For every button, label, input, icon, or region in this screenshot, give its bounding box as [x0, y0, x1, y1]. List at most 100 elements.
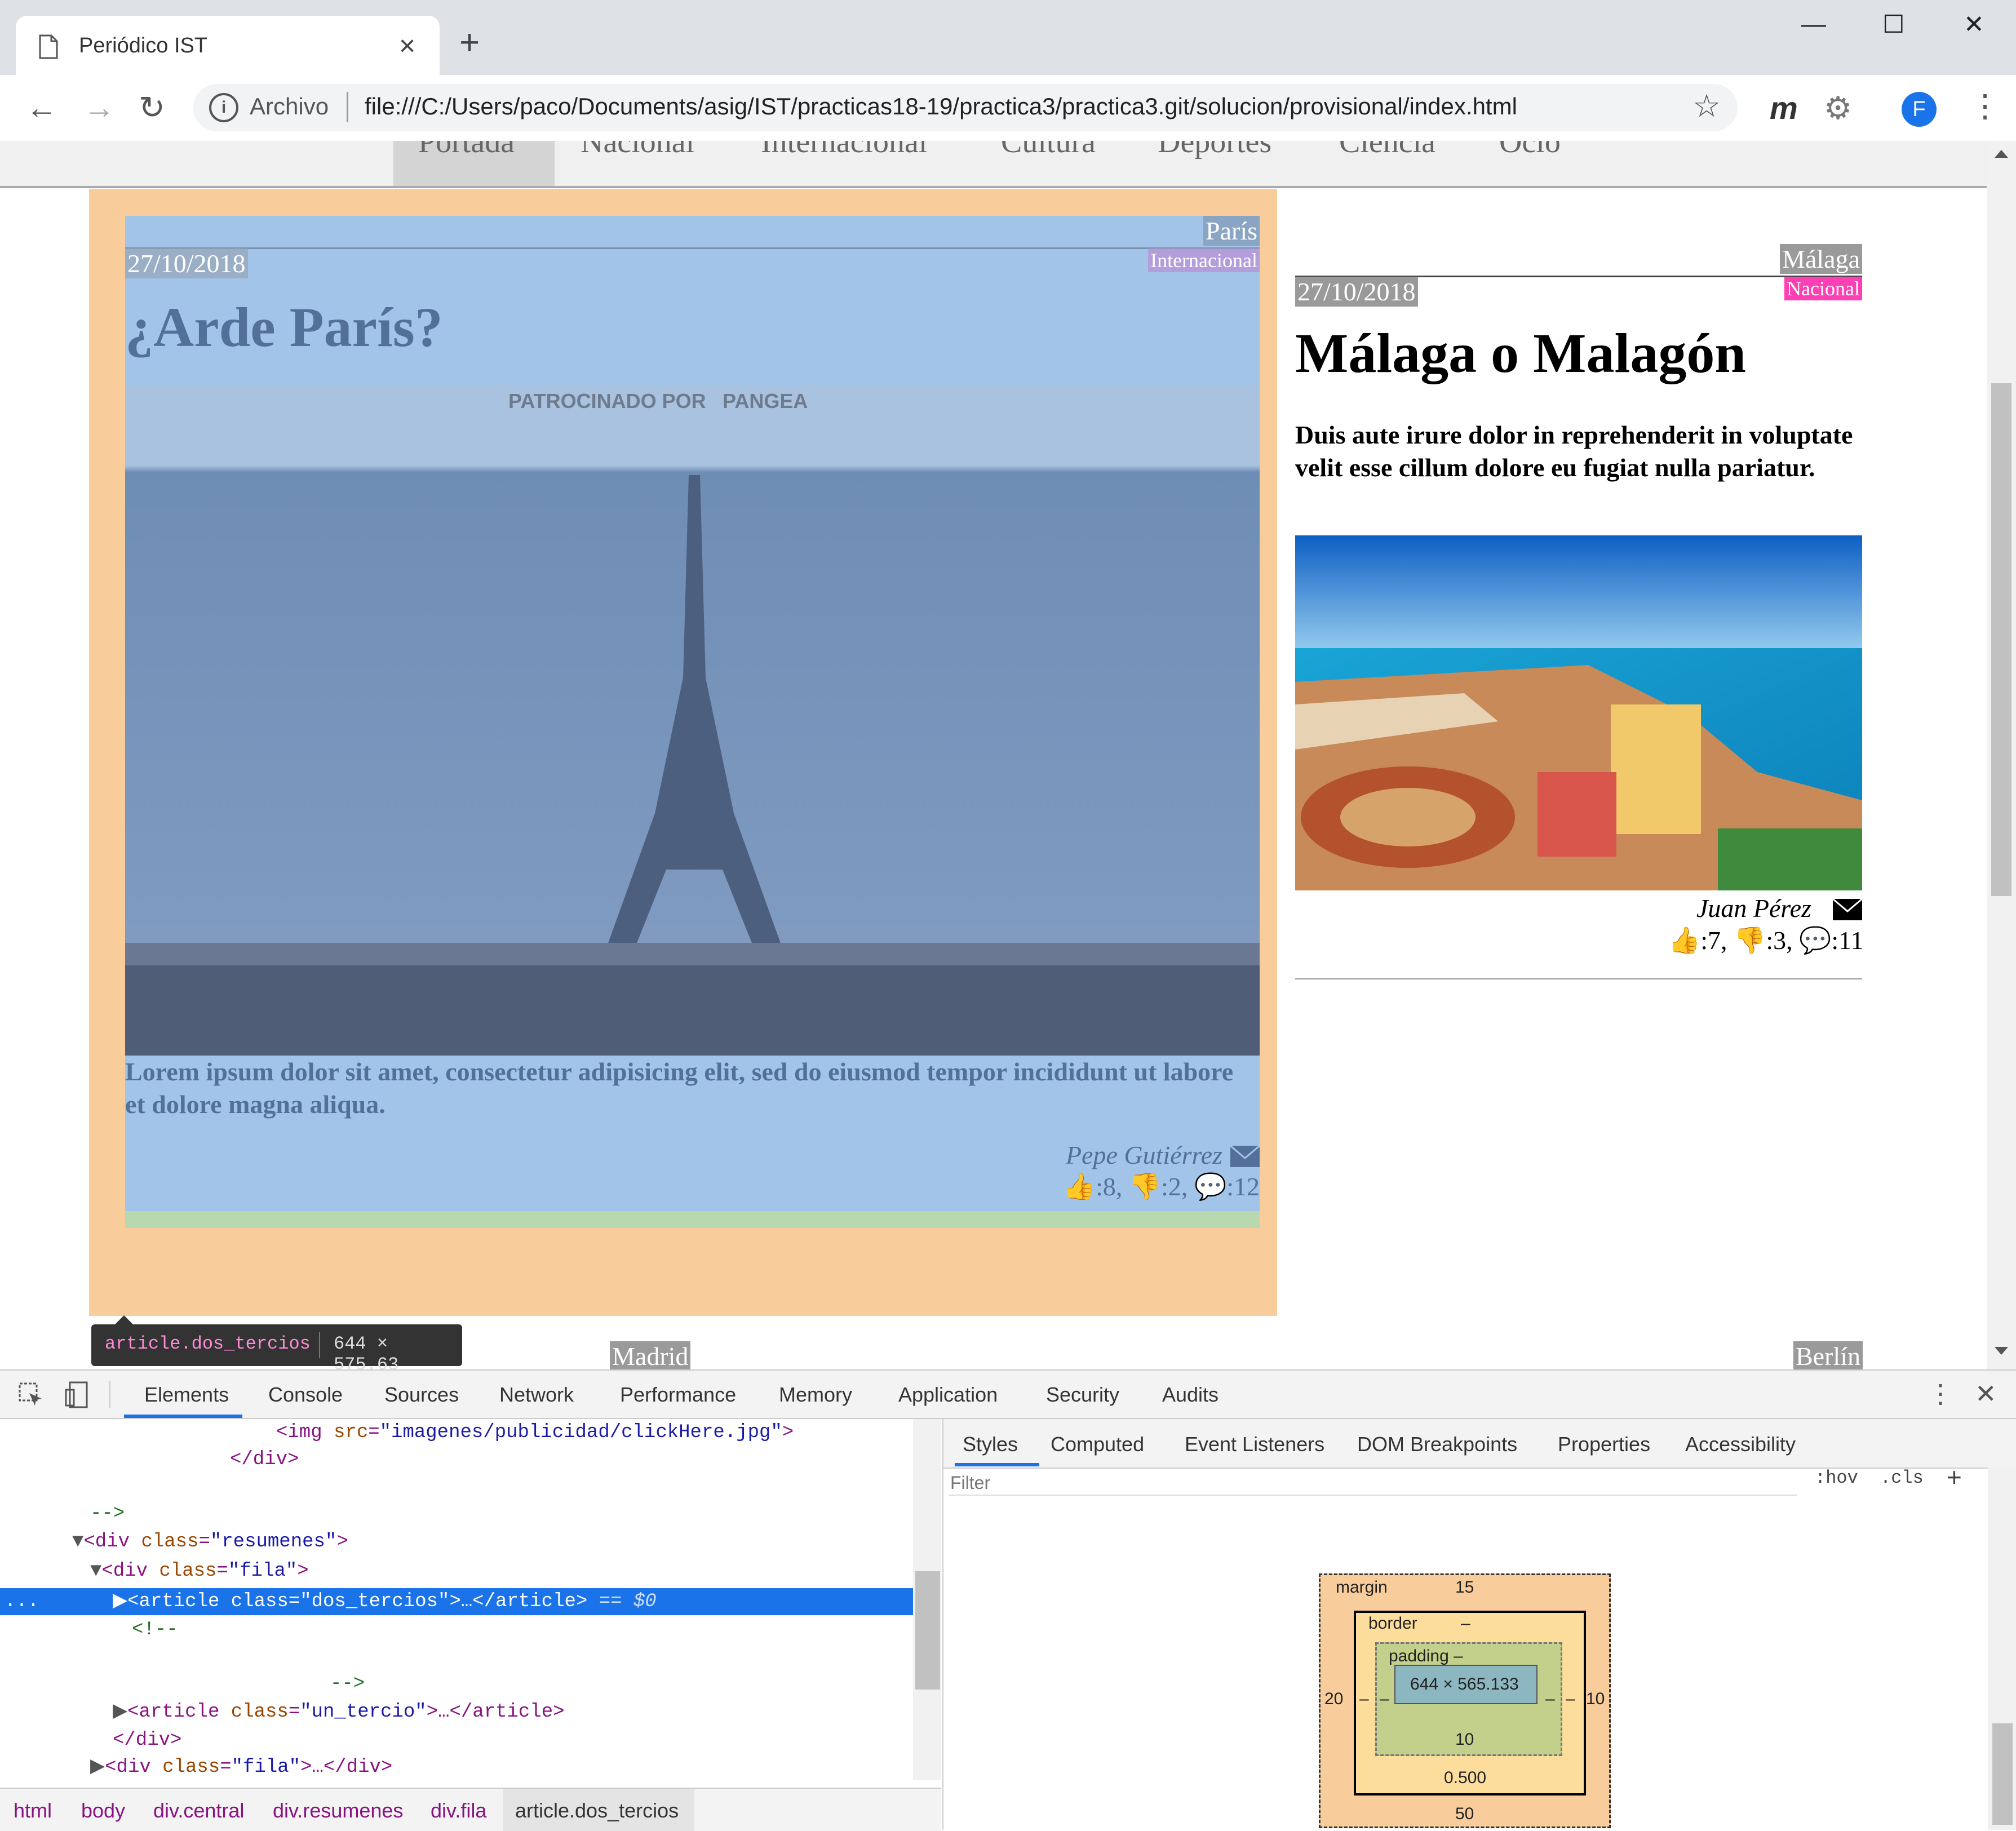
paris-image[interactable]: PATROCINADO POR PANGEA [125, 385, 1260, 1056]
selected-node-marker[interactable]: ... [5, 1588, 39, 1615]
padding-right-value[interactable]: – [1545, 1690, 1555, 1709]
dom-line-img[interactable]: <img src="imagenes/publicidad/clickHere.… [276, 1419, 794, 1446]
nav-item-deportes[interactable]: Deportes [1158, 141, 1271, 160]
article-paris[interactable]: París 27/10/2018 Internacional ¿Arde Par… [125, 216, 1260, 1228]
margin-right-value[interactable]: 10 [1586, 1690, 1605, 1709]
tab-accessibility[interactable]: Accessibility [1685, 1433, 1796, 1456]
malaga-image[interactable] [1295, 535, 1862, 890]
nav-item-ciencia[interactable]: Ciencia [1339, 141, 1435, 160]
crumb-div-central[interactable]: div.central [153, 1799, 244, 1823]
ad-brand[interactable]: PANGEA [723, 389, 808, 413]
dom-line-un-tercio[interactable]: ▶<article class="un_tercio">…</article> [113, 1699, 565, 1726]
scroll-up-arrow-icon[interactable] [1995, 150, 2008, 158]
thumbs-down-icon[interactable]: 👎 [1129, 1172, 1161, 1201]
crumb-div-fila[interactable]: div.fila [431, 1799, 486, 1823]
article-author[interactable]: Pepe Gutiérrez [1066, 1140, 1222, 1170]
comment-icon[interactable]: 💬 [1799, 926, 1831, 955]
tab-elements[interactable]: Elements [144, 1383, 229, 1407]
tab-performance[interactable]: Performance [620, 1383, 736, 1407]
tab-computed[interactable]: Computed [1051, 1433, 1144, 1456]
devtools-menu-icon[interactable]: ⋮ [1928, 1378, 1953, 1409]
dom-line-comment-end[interactable]: --> [90, 1500, 125, 1527]
dom-line-resumenes[interactable]: ▼<div class="resumenes"> [72, 1528, 348, 1555]
minimize-button[interactable]: — [1801, 10, 1826, 38]
nav-item-portada[interactable]: Portada [418, 141, 515, 160]
reload-button[interactable]: ↻ [139, 89, 165, 126]
crumb-div-resumenes[interactable]: div.resumenes [273, 1799, 403, 1823]
tab-audits[interactable]: Audits [1162, 1383, 1219, 1407]
extension-gear-icon[interactable]: ⚙ [1824, 90, 1852, 127]
tab-event-listeners[interactable]: Event Listeners [1185, 1433, 1324, 1456]
tab-styles[interactable]: Styles [963, 1433, 1018, 1456]
dom-scrollbar[interactable] [913, 1419, 941, 1780]
maximize-button[interactable]: ☐ [1882, 10, 1904, 39]
bookmark-star-icon[interactable]: ☆ [1692, 87, 1721, 125]
article-category[interactable]: Nacional [1784, 277, 1862, 300]
url-text[interactable]: file:///C:/Users/paco/Documents/asig/IST… [365, 93, 1517, 120]
browser-menu-icon[interactable]: ⋮ [1969, 87, 2001, 125]
crumb-article-dos-tercios[interactable]: article.dos_tercios [515, 1799, 679, 1823]
devtools-close-icon[interactable]: ✕ [1975, 1378, 1997, 1409]
padding-left-value[interactable]: – [1380, 1690, 1389, 1709]
tab-security[interactable]: Security [1046, 1383, 1119, 1407]
dom-line-close-fila[interactable]: </div> [113, 1727, 181, 1754]
mail-icon[interactable] [1833, 899, 1862, 920]
border-left-value[interactable]: – [1359, 1690, 1369, 1709]
styles-scrollbar[interactable] [1988, 1468, 2016, 1830]
tab-console[interactable]: Console [268, 1383, 343, 1407]
tab-sources[interactable]: Sources [384, 1383, 459, 1407]
border-right-value[interactable]: – [1566, 1690, 1575, 1709]
tab-dom-breakpoints[interactable]: DOM Breakpoints [1357, 1433, 1517, 1456]
cls-toggle[interactable]: .cls [1880, 1468, 1924, 1488]
nav-item-cultura[interactable]: Cultura [1001, 141, 1096, 160]
dom-line-fila-2[interactable]: ▶<div class="fila">…</div> [90, 1754, 392, 1780]
info-icon[interactable]: i [209, 93, 238, 122]
dom-line-comment-start[interactable]: <!-- [132, 1616, 178, 1643]
profile-avatar[interactable]: F [1902, 92, 1937, 127]
article-headline[interactable]: ¿Arde París? [125, 295, 443, 360]
article-category[interactable]: Internacional [1148, 249, 1260, 272]
extension-m-icon[interactable]: m [1770, 90, 1798, 126]
dom-line-close-div[interactable]: </div> [230, 1446, 299, 1473]
dom-scrollbar-thumb[interactable] [915, 1571, 940, 1690]
filter-input[interactable] [949, 1471, 1797, 1496]
margin-bottom-value[interactable]: 50 [1455, 1805, 1474, 1824]
browser-tab[interactable]: Periódico IST × [16, 16, 440, 78]
margin-top-value[interactable]: 15 [1455, 1578, 1474, 1597]
article-headline[interactable]: Málaga o Malagón [1295, 321, 1746, 385]
nav-item-internacional[interactable]: Internacional [761, 141, 927, 160]
back-button[interactable]: ← [26, 89, 57, 126]
inspect-element-icon[interactable] [18, 1382, 44, 1408]
new-tab-button[interactable]: + [459, 23, 480, 63]
comment-icon[interactable]: 💬 [1194, 1172, 1226, 1201]
border-top-value[interactable]: – [1461, 1614, 1470, 1633]
device-toolbar-icon[interactable] [64, 1381, 90, 1409]
tab-memory[interactable]: Memory [779, 1383, 852, 1407]
border-bottom-value[interactable]: 0.500 [1444, 1768, 1486, 1788]
nav-item-nacional[interactable]: Nacional [581, 141, 694, 160]
thumbs-up-icon[interactable]: 👍 [1668, 926, 1700, 955]
tab-properties[interactable]: Properties [1558, 1433, 1650, 1456]
content-size-value[interactable]: 644 × 565.133 [1410, 1675, 1519, 1694]
page-scrollbar[interactable] [1987, 141, 2016, 1369]
thumbs-up-icon[interactable]: 👍 [1064, 1172, 1096, 1201]
forward-button[interactable]: → [83, 89, 115, 126]
tab-close-icon[interactable]: × [399, 29, 415, 62]
address-bar[interactable]: i Archivo file:///C:/Users/paco/Document… [193, 84, 1738, 131]
nav-item-ocio[interactable]: Ocio [1499, 141, 1561, 160]
mail-icon[interactable] [1230, 1146, 1260, 1167]
page-scrollbar-thumb[interactable] [1991, 383, 2011, 896]
close-window-button[interactable]: ✕ [1964, 10, 1984, 39]
new-rule-button[interactable]: + [1947, 1462, 1962, 1492]
margin-left-value[interactable]: 20 [1324, 1690, 1343, 1709]
crumb-html[interactable]: html [14, 1799, 52, 1823]
hov-toggle[interactable]: :hov [1815, 1468, 1858, 1488]
tab-application[interactable]: Application [898, 1383, 998, 1407]
styles-scrollbar-thumb[interactable] [1992, 1723, 2013, 1825]
thumbs-down-icon[interactable]: 👎 [1734, 926, 1766, 955]
article-author-malaga[interactable]: Juan Pérez [1696, 893, 1811, 923]
dom-line-dos-tercios[interactable]: ▶<article class="dos_tercios">…</article… [113, 1588, 657, 1615]
tab-network[interactable]: Network [499, 1383, 574, 1407]
crumb-body[interactable]: body [81, 1799, 125, 1823]
padding-bottom-value[interactable]: 10 [1455, 1730, 1474, 1749]
